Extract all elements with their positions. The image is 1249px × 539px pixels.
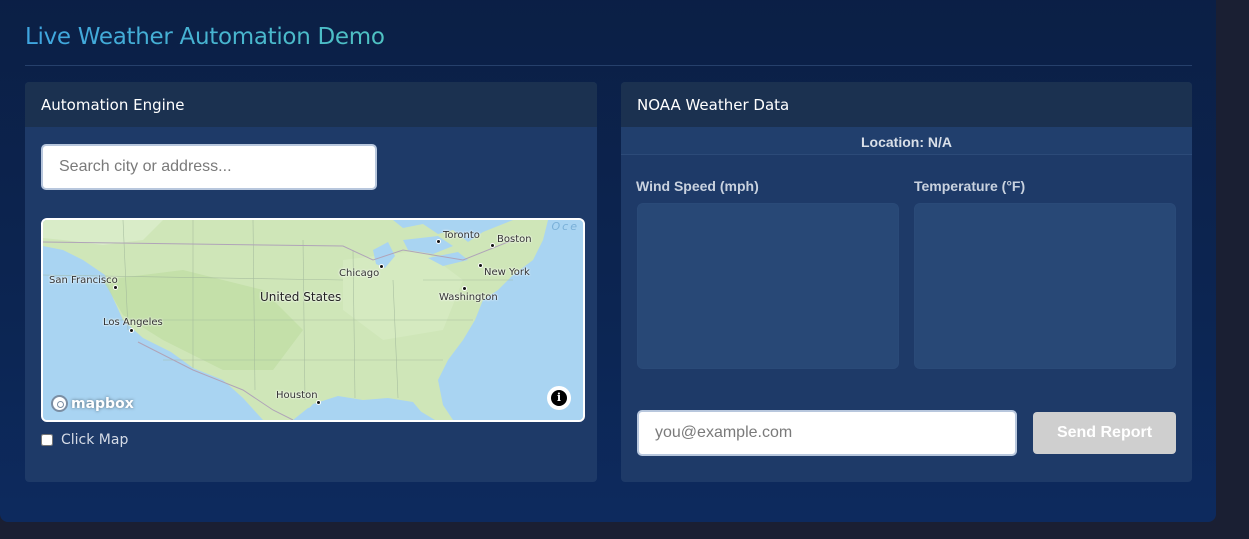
map-city-marker [490,243,495,248]
mapbox-logo[interactable]: mapbox [51,395,134,412]
map-city-label: Washington [439,292,498,303]
click-map-checkbox[interactable] [41,434,53,446]
temperature-chart [914,203,1176,369]
weather-panel-header: NOAA Weather Data [621,82,1192,127]
noaa-weather-panel: NOAA Weather Data Location: N/A Wind Spe… [621,82,1192,482]
info-icon: i [551,390,567,406]
map-view[interactable]: Oce San Francisco Los Angeles Chicago To… [41,218,585,422]
map-city-marker [129,328,134,333]
title-divider [25,65,1192,66]
wind-speed-chart [637,203,899,369]
map-city-label: Boston [497,234,532,245]
click-map-label: Click Map [61,432,129,448]
map-city-label: New York [484,267,530,278]
map-city-label: Houston [276,390,318,401]
automation-engine-panel: Automation Engine Search city or address… [25,82,597,482]
map-city-label: San Francisco [49,275,118,286]
send-report-button[interactable]: Send Report [1033,412,1176,454]
map-info-button[interactable]: i [547,386,571,410]
wind-speed-chart-label: Wind Speed (mph) [636,178,759,194]
map-city-label: Toronto [443,230,480,241]
temperature-chart-label: Temperature (°F) [914,178,1026,194]
map-city-marker [462,286,467,291]
search-input[interactable] [41,144,377,190]
mapbox-logo-text: mapbox [71,395,134,412]
map-city-marker [478,263,483,268]
location-status: Location: N/A [621,127,1192,155]
map-city-marker [316,400,321,405]
map-country-label: United States [260,290,342,304]
page-title: Live Weather Automation Demo [25,24,385,50]
map-ocean-label: Oce [551,220,579,233]
map-city-label: Los Angeles [103,317,163,328]
mapbox-logo-icon [51,395,68,412]
click-map-toggle[interactable]: Click Map [41,432,128,448]
app-container: Live Weather Automation Demo Automation … [0,0,1216,522]
automation-panel-header: Automation Engine [25,82,597,127]
map-city-marker [113,285,118,290]
map-city-label: Chicago [339,268,380,279]
map-city-marker [436,239,441,244]
map-city-marker [379,264,384,269]
email-field[interactable] [637,410,1017,456]
